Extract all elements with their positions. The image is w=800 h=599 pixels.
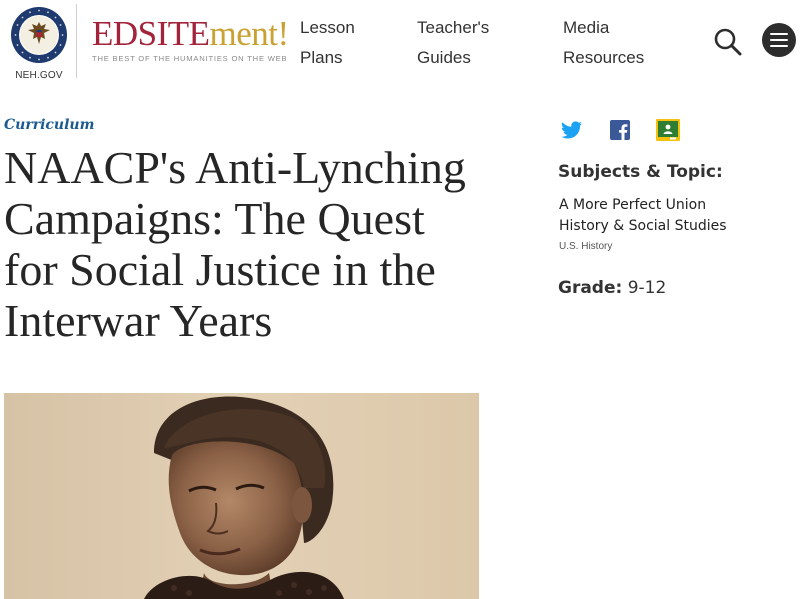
- site-header: NEH.GOV EDSITEment! THE BEST OF THE HUMA…: [0, 0, 800, 86]
- grade-value: 9-12: [627, 278, 667, 298]
- hero-portrait-image: [4, 393, 479, 599]
- grade-label: Grade:: [558, 278, 623, 298]
- nav-label-line2: Plans: [300, 48, 343, 67]
- google-classroom-icon[interactable]: [655, 117, 681, 143]
- nav-media-resources[interactable]: Media Resources: [563, 13, 644, 73]
- nav-teachers-guides[interactable]: Teacher's Guides: [417, 13, 489, 73]
- neh-seal-icon: [11, 7, 67, 63]
- nav-label-line2: Guides: [417, 48, 471, 67]
- facebook-icon[interactable]: [607, 117, 633, 143]
- page-title: NAACP's Anti-Lynching Campaigns: The Que…: [4, 142, 466, 346]
- twitter-icon[interactable]: [558, 117, 584, 143]
- nav-label-line2: Resources: [563, 48, 645, 67]
- grade-level: Grade: 9-12: [558, 278, 666, 298]
- topic-link-history-social-studies[interactable]: History & Social Studies: [559, 218, 727, 234]
- subjects-topic-heading: Subjects & Topic:: [558, 162, 723, 182]
- brand-title: EDSITEment!: [92, 14, 289, 54]
- brand-tagline: THE BEST OF THE HUMANITIES ON THE WEB: [92, 54, 288, 63]
- curriculum-link[interactable]: Curriculum: [4, 117, 94, 133]
- neh-logo[interactable]: NEH.GOV: [8, 6, 70, 82]
- subtopic-us-history[interactable]: U.S. History: [559, 241, 612, 252]
- topic-link-more-perfect-union[interactable]: A More Perfect Union: [559, 197, 706, 213]
- edsitement-logo[interactable]: EDSITEment! THE BEST OF THE HUMANITIES O…: [92, 14, 289, 63]
- brand-title-part1: EDSITE: [92, 14, 210, 53]
- nav-lesson-plans[interactable]: Lesson Plans: [300, 13, 355, 73]
- search-icon[interactable]: [712, 26, 744, 58]
- nav-label-line1: Teacher's: [417, 18, 490, 37]
- neh-gov-label[interactable]: NEH.GOV: [8, 70, 70, 81]
- hamburger-menu-icon[interactable]: [762, 23, 796, 57]
- nav-label-line1: Lesson: [300, 18, 355, 37]
- brand-title-part2: ment!: [209, 14, 290, 53]
- nav-label-line1: Media: [563, 18, 610, 37]
- header-divider: [76, 4, 77, 78]
